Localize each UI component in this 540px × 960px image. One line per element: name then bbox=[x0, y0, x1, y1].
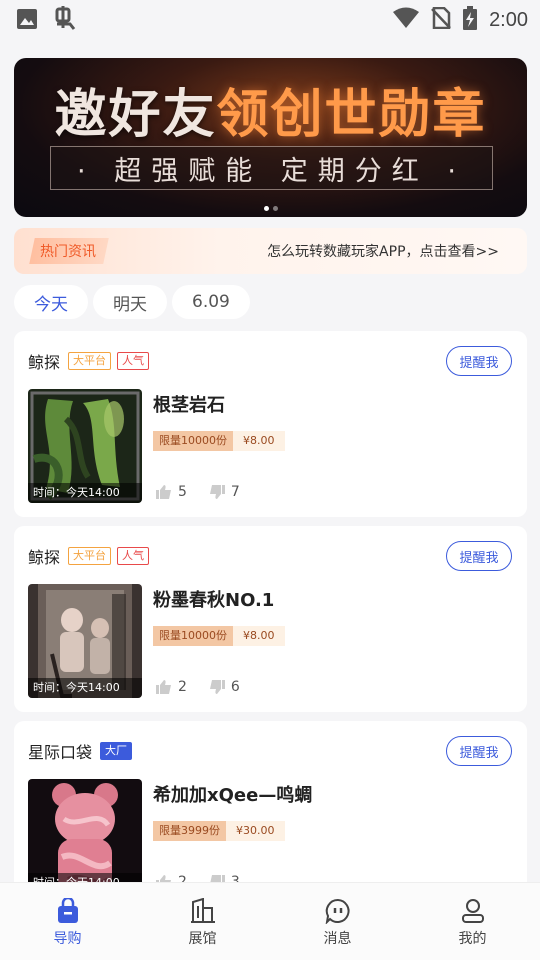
hot-news-bar[interactable]: 热门资讯 怎么玩转数藏玩家APP，点击查看>> bbox=[14, 228, 527, 274]
thumbs-down-icon bbox=[209, 680, 225, 694]
supply-price-tag: 限量10000份 ¥8.00 bbox=[153, 626, 285, 646]
bug-icon bbox=[52, 6, 78, 36]
remind-button[interactable]: 提醒我 bbox=[446, 346, 512, 376]
tab-label: 我的 bbox=[458, 931, 487, 947]
nft-thumbnail[interactable]: 时间：今天14:00 bbox=[28, 389, 142, 503]
thumbs-up-icon bbox=[156, 485, 171, 499]
banner-title-white: 邀好友 bbox=[54, 85, 217, 145]
like-button[interactable]: 5 bbox=[156, 484, 187, 500]
badge-platform: 大平台 bbox=[68, 352, 112, 370]
shop-name: 鲸探 bbox=[28, 548, 61, 567]
nft-title: 希加加xQee—鸣蜩 bbox=[153, 785, 313, 806]
chat-icon bbox=[325, 898, 350, 924]
supply-price-tag: 限量10000份 ¥8.00 bbox=[153, 431, 285, 451]
drop-card[interactable]: 星际口袋 大厂 提醒我 时间：今天14:00 希加加xQee—鸣蜩 限量3999… bbox=[14, 721, 527, 907]
shop-name: 鲸探 bbox=[28, 353, 61, 372]
nft-thumbnail[interactable]: 时间：今天14:00 bbox=[28, 584, 142, 698]
shop-header: 星际口袋 大厂 bbox=[28, 739, 133, 763]
banner-title: 邀好友领创世勋章 bbox=[14, 72, 527, 147]
drop-card[interactable]: 鲸探 大平台 人气 提醒我 时间：今天14:00 根茎岩石 限量10000份 ¥… bbox=[14, 331, 527, 517]
shop-header: 鲸探 大平台 人气 bbox=[28, 349, 150, 373]
no-sim-icon bbox=[431, 6, 451, 33]
hot-news-link[interactable]: 怎么玩转数藏玩家APP，点击查看>> bbox=[267, 241, 499, 261]
supply-limit: 限量10000份 bbox=[153, 626, 233, 646]
shop-header: 鲸探 大平台 人气 bbox=[28, 544, 150, 568]
release-time: 时间：今天14:00 bbox=[28, 483, 142, 503]
price: ¥8.00 bbox=[233, 626, 285, 646]
tab-label: 消息 bbox=[323, 931, 352, 947]
tab-tomorrow[interactable]: 明天 bbox=[93, 285, 167, 319]
clock: 2:00 bbox=[489, 8, 528, 31]
remind-button[interactable]: 提醒我 bbox=[446, 541, 512, 571]
battery-charging-icon bbox=[463, 6, 478, 34]
shop-name: 星际口袋 bbox=[28, 743, 93, 762]
banner-title-orange: 领创世勋章 bbox=[216, 85, 487, 145]
promo-banner[interactable]: 邀好友领创世勋章 · 超强赋能 定期分红 · bbox=[14, 58, 527, 217]
like-button[interactable]: 2 bbox=[156, 679, 187, 695]
price: ¥30.00 bbox=[226, 821, 285, 841]
release-time: 时间：今天14:00 bbox=[28, 678, 142, 698]
banner-subtitle: · 超强赋能 定期分红 · bbox=[50, 146, 493, 190]
status-bar: 2:00 bbox=[0, 0, 540, 38]
image-icon bbox=[16, 8, 38, 34]
hot-news-tag: 热门资讯 bbox=[29, 238, 109, 264]
banner-pager bbox=[14, 206, 527, 211]
tab-gallery[interactable]: 展馆 bbox=[135, 883, 270, 960]
dislike-button[interactable]: 7 bbox=[209, 484, 240, 500]
tab-date[interactable]: 6.09 bbox=[172, 285, 250, 319]
dislike-count: 6 bbox=[230, 679, 240, 695]
tab-messages[interactable]: 消息 bbox=[270, 883, 405, 960]
day-tabs: 今天 明天 6.09 bbox=[14, 285, 250, 319]
supply-limit: 限量10000份 bbox=[153, 431, 233, 451]
badge-big-brand: 大厂 bbox=[100, 742, 133, 760]
building-icon bbox=[190, 898, 215, 923]
supply-price-tag: 限量3999份 ¥30.00 bbox=[153, 821, 285, 841]
price: ¥8.00 bbox=[233, 431, 285, 451]
remind-button[interactable]: 提醒我 bbox=[446, 736, 512, 766]
tab-today[interactable]: 今天 bbox=[14, 285, 88, 319]
tab-guide[interactable]: 导购 bbox=[0, 883, 135, 960]
pager-dot bbox=[263, 206, 269, 211]
tab-profile[interactable]: 我的 bbox=[405, 883, 540, 960]
badge-platform: 大平台 bbox=[68, 547, 112, 565]
thumbs-down-icon bbox=[209, 485, 225, 499]
dislike-button[interactable]: 6 bbox=[209, 679, 240, 695]
tab-label: 导购 bbox=[53, 931, 82, 947]
drop-card[interactable]: 鲸探 大平台 人气 提醒我 时间：今天14:00 粉墨春秋NO.1 限量1000… bbox=[14, 526, 527, 712]
user-icon bbox=[461, 899, 484, 923]
badge-popular: 人气 bbox=[117, 352, 150, 370]
votes: 5 7 bbox=[156, 484, 240, 500]
bottom-tab-bar: 导购 展馆 消息 我的 bbox=[0, 882, 540, 960]
like-count: 5 bbox=[178, 484, 187, 500]
supply-limit: 限量3999份 bbox=[153, 821, 226, 841]
votes: 2 6 bbox=[156, 679, 240, 695]
dislike-count: 7 bbox=[230, 484, 240, 500]
tab-label: 展馆 bbox=[188, 931, 217, 947]
shopping-bag-icon bbox=[57, 898, 78, 923]
badge-popular: 人气 bbox=[117, 547, 150, 565]
like-count: 2 bbox=[178, 679, 187, 695]
wifi-icon bbox=[393, 7, 420, 33]
pager-dot bbox=[272, 206, 278, 211]
nft-title: 粉墨春秋NO.1 bbox=[153, 590, 275, 611]
thumbs-up-icon bbox=[156, 680, 171, 694]
nft-thumbnail[interactable]: 时间：今天14:00 bbox=[28, 779, 142, 893]
nft-title: 根茎岩石 bbox=[153, 395, 225, 416]
